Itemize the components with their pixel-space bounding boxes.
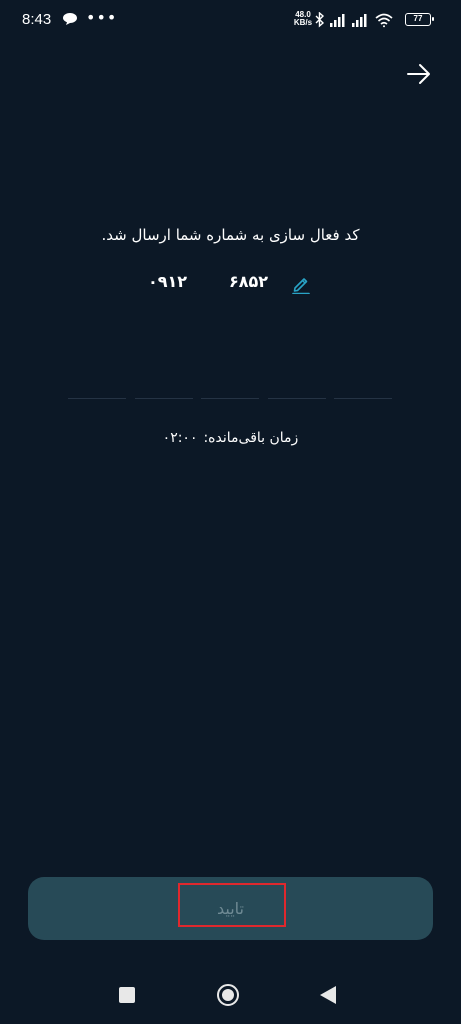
status-bar: 8:43 ••• 48.0 KB/s 77 bbox=[0, 0, 461, 44]
network-speed: 48.0 KB/s bbox=[290, 11, 316, 27]
status-icons bbox=[315, 12, 393, 28]
otp-digit-input[interactable] bbox=[68, 372, 126, 399]
otp-digit-input[interactable] bbox=[267, 372, 326, 399]
back-triangle-icon[interactable] bbox=[319, 985, 337, 1005]
arrow-right-icon[interactable] bbox=[404, 60, 434, 88]
confirm-label: تایید bbox=[216, 899, 244, 918]
home-circle-icon[interactable] bbox=[216, 983, 240, 1007]
countdown-timer: زمان باقی‌مانده: ۰۲:۰۰ bbox=[0, 430, 461, 446]
signal-bars-icon bbox=[330, 14, 345, 27]
otp-digit-input[interactable] bbox=[201, 372, 259, 399]
navigation-bar bbox=[0, 970, 461, 1020]
confirm-button[interactable]: تایید bbox=[28, 877, 433, 940]
otp-digit-input[interactable] bbox=[334, 372, 392, 399]
verification-message: کد فعال سازی به شماره شما ارسال شد. bbox=[101, 226, 360, 244]
more-notifications-icon: ••• bbox=[86, 8, 118, 27]
recents-square-icon[interactable] bbox=[119, 987, 135, 1003]
otp-screen: 8:43 ••• 48.0 KB/s 77 کد فعال سازی به شم… bbox=[0, 0, 461, 1024]
timer-value: ۰۲:۰۰ bbox=[162, 430, 198, 446]
status-time: 8:43 bbox=[22, 11, 52, 28]
phone-suffix: ۶۸۵۲ bbox=[229, 272, 269, 291]
chat-bubble-icon bbox=[63, 13, 77, 25]
phone-prefix: ۰۹۱۲ bbox=[148, 272, 188, 291]
signal-bars-icon bbox=[352, 14, 367, 27]
pencil-icon[interactable] bbox=[291, 274, 311, 294]
phone-number-row: ۰۹۱۲ ۶۸۵۲ bbox=[0, 272, 461, 298]
network-speed-unit: KB/s bbox=[293, 18, 313, 27]
battery-icon: 77 bbox=[405, 13, 434, 26]
bluetooth-icon bbox=[315, 12, 325, 28]
timer-label: زمان باقی‌مانده: bbox=[203, 430, 299, 446]
wifi-icon bbox=[375, 13, 393, 28]
otp-digit-input[interactable] bbox=[134, 372, 193, 399]
otp-input-row bbox=[68, 372, 392, 399]
